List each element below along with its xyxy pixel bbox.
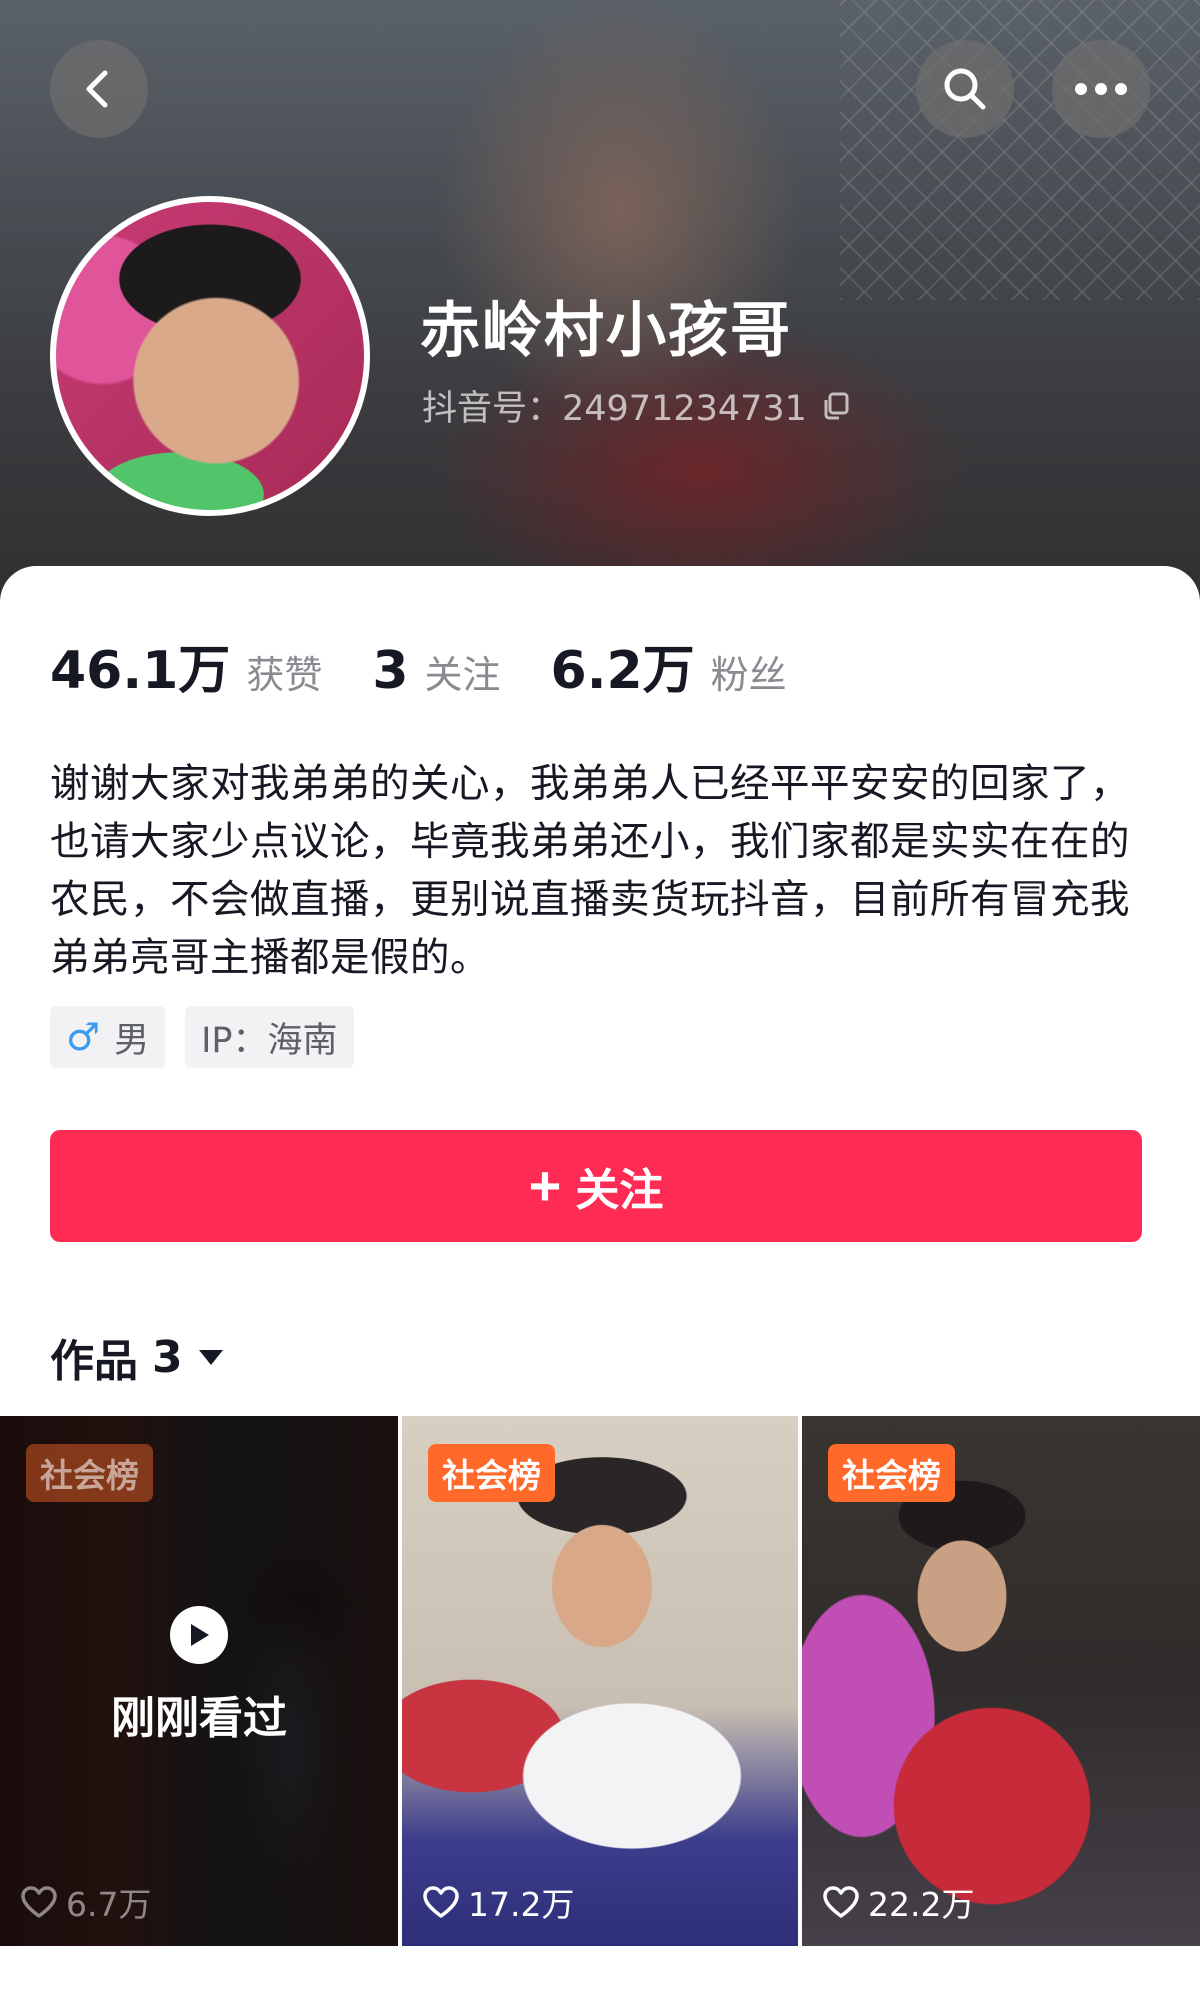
video-likes: 22.2万 (822, 1878, 974, 1926)
stat-likes[interactable]: 46.1万 获赞 (50, 628, 322, 703)
likes-count: 17.2万 (468, 1885, 575, 1924)
plus-icon: + (528, 1154, 562, 1217)
more-dots-icon (1075, 83, 1127, 95)
heart-icon (21, 1886, 57, 1918)
stat-value: 3 (372, 641, 409, 701)
search-icon (944, 68, 986, 110)
profile-tags: ♂ 男 IP：海南 (50, 1006, 374, 1068)
copy-icon[interactable] (821, 391, 851, 421)
stat-label: 获赞 (246, 653, 323, 697)
rank-badge: 社会榜 (428, 1444, 555, 1502)
stat-value: 46.1万 (50, 641, 231, 701)
caret-down-icon (197, 1347, 225, 1367)
video-tile[interactable]: 社会榜 17.2万 (402, 1416, 798, 1946)
video-likes: 17.2万 (422, 1878, 574, 1926)
stat-label: 粉丝 (710, 653, 787, 697)
stats-row: 46.1万 获赞 3 关注 6.2万 粉丝 (50, 628, 837, 703)
follow-label: 关注 (575, 1166, 664, 1215)
works-count: 3 (152, 1331, 183, 1383)
tab-works[interactable]: 作品 3 (50, 1325, 225, 1389)
heart-icon (823, 1886, 859, 1918)
ip-tag: IP：海南 (185, 1006, 354, 1068)
ip-label: IP：海南 (201, 1020, 338, 1061)
gender-tag: ♂ 男 (50, 1006, 166, 1068)
rank-badge: 社会榜 (828, 1444, 955, 1502)
likes-count: 22.2万 (868, 1885, 975, 1924)
back-button[interactable] (50, 40, 148, 138)
stat-value: 6.2万 (550, 641, 695, 701)
recently-watched-label: 刚刚看过 (111, 1693, 287, 1744)
stat-label: 关注 (424, 653, 501, 697)
rank-badge: 社会榜 (26, 1444, 153, 1502)
chevron-left-icon (86, 70, 108, 108)
profile-name: 赤岭村小孩哥 (420, 296, 792, 366)
search-button[interactable] (916, 40, 1014, 138)
video-tile[interactable]: 社会榜 22.2万 (802, 1416, 1200, 1946)
douyin-id-text: 抖音号：24971234731 (422, 389, 807, 429)
video-tile[interactable]: 社会榜 刚刚看过 6.7万 (0, 1416, 398, 1946)
heart-icon (423, 1886, 459, 1918)
stat-following[interactable]: 3 关注 (372, 641, 500, 701)
more-button[interactable] (1052, 40, 1150, 138)
follow-button[interactable]: + 关注 (50, 1130, 1142, 1242)
douyin-id: 抖音号：24971234731 (422, 380, 851, 431)
male-icon: ♂ (66, 1015, 101, 1059)
video-grid: 社会榜 刚刚看过 6.7万 社会榜 17.2万 社会榜 22.2万 (0, 1416, 1200, 1946)
gender-label: 男 (114, 1020, 150, 1061)
likes-count: 6.7万 (66, 1885, 152, 1924)
play-icon (170, 1606, 228, 1664)
recently-watched-overlay: 刚刚看过 (0, 1606, 398, 1746)
video-likes: 6.7万 (20, 1878, 151, 1926)
bio-text: 谢谢大家对我弟弟的关心，我弟弟人已经平平安安的回家了，也请大家少点议论，毕竟我弟… (50, 761, 1130, 981)
avatar[interactable] (50, 196, 370, 516)
stat-followers[interactable]: 6.2万 粉丝 (551, 628, 787, 703)
works-label: 作品 (50, 1336, 138, 1387)
